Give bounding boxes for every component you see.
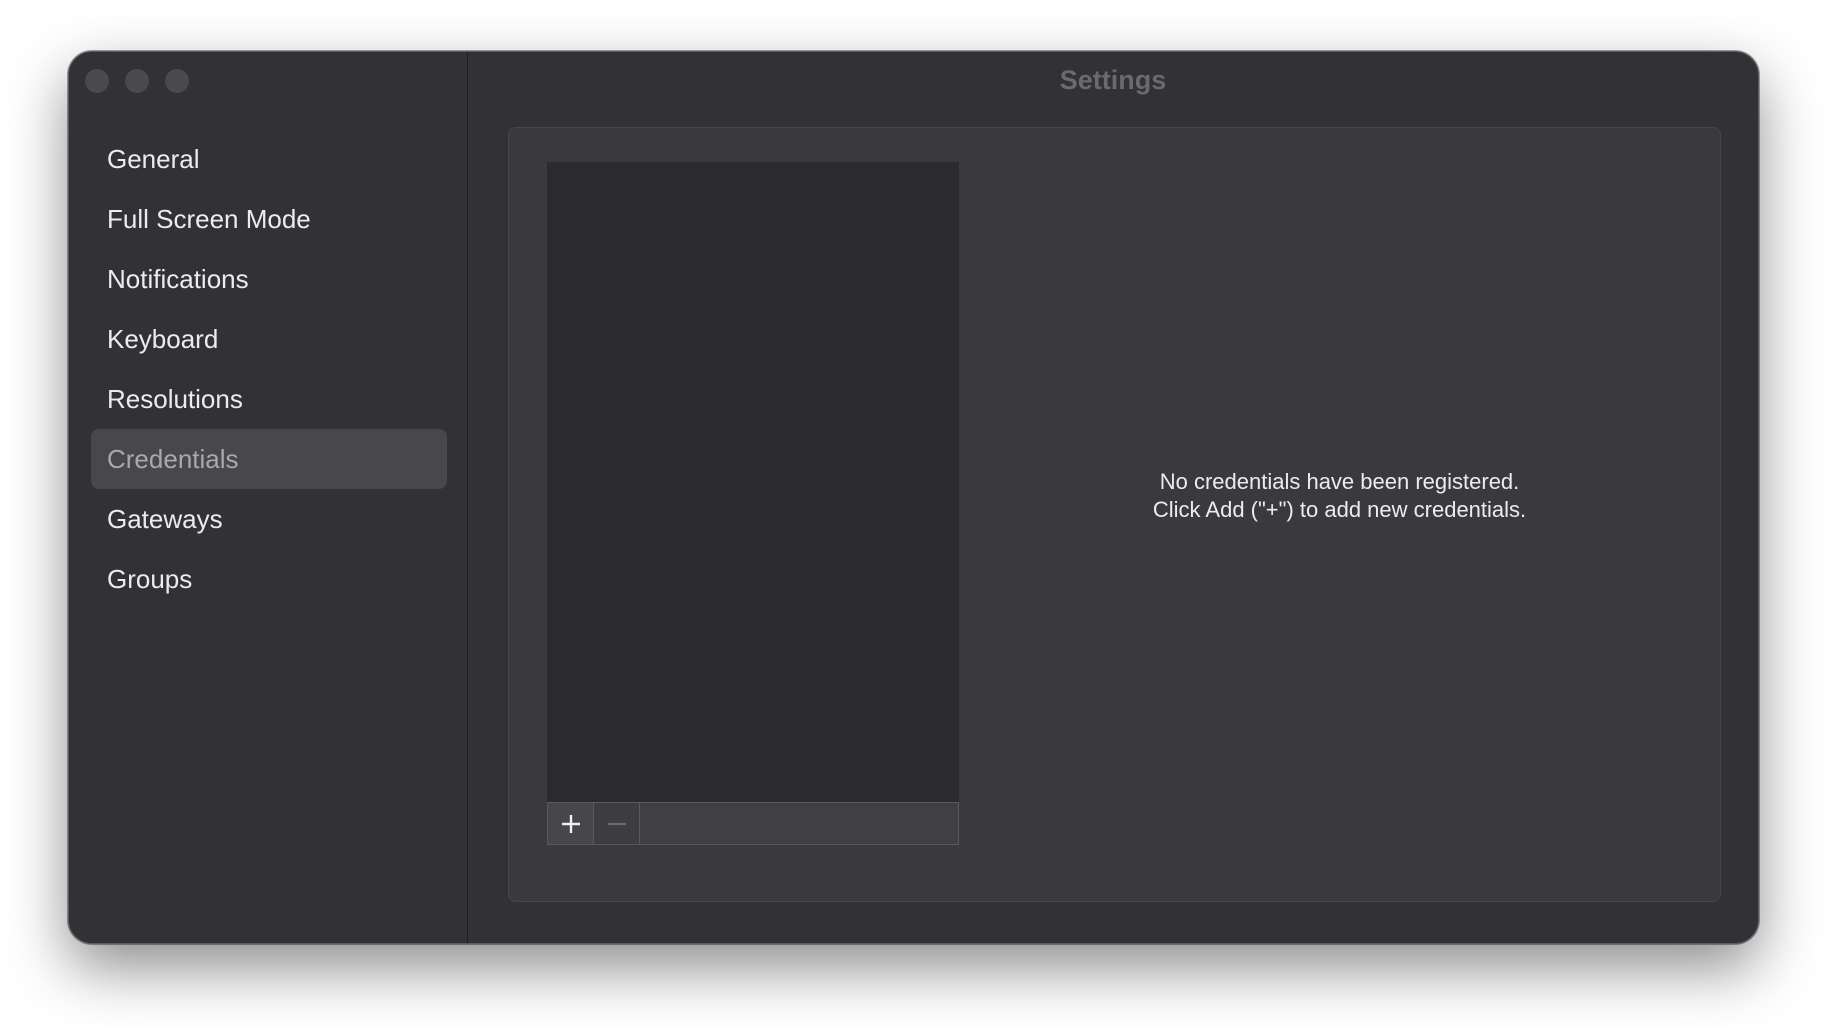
empty-state-line-1: No credentials have been registered. [1159, 469, 1520, 494]
credentials-panel: No credentials have been registered. Cli… [508, 127, 1721, 902]
zoom-window-button[interactable] [165, 69, 189, 93]
empty-state-line-2: Click Add ("+") to add new credentials. [1152, 497, 1527, 522]
minimize-window-button[interactable] [125, 69, 149, 93]
sidebar: General Full Screen Mode Notifications K… [69, 52, 468, 943]
plus-icon [561, 814, 580, 833]
window-controls [85, 69, 189, 93]
sidebar-item-groups[interactable]: Groups [91, 549, 447, 609]
sidebar-item-gateways[interactable]: Gateways [91, 489, 447, 549]
sidebar-item-general[interactable]: General [91, 129, 447, 189]
minus-icon [607, 822, 626, 825]
window-title: Settings [1059, 65, 1167, 95]
sidebar-item-resolutions[interactable]: Resolutions [91, 369, 447, 429]
list-toolbar-spacer [640, 803, 958, 844]
sidebar-item-keyboard[interactable]: Keyboard [91, 309, 447, 369]
sidebar-item-credentials[interactable]: Credentials [91, 429, 447, 489]
credentials-list[interactable] [547, 162, 959, 802]
remove-credential-button[interactable] [594, 803, 640, 844]
credentials-list-toolbar [547, 802, 959, 845]
sidebar-item-full-screen-mode[interactable]: Full Screen Mode [91, 189, 447, 249]
sidebar-item-notifications[interactable]: Notifications [91, 249, 447, 309]
empty-state-message: No credentials have been registered. Cli… [959, 468, 1720, 524]
add-credential-button[interactable] [548, 803, 594, 844]
close-window-button[interactable] [85, 69, 109, 93]
settings-window: General Full Screen Mode Notifications K… [68, 51, 1759, 944]
sidebar-nav: General Full Screen Mode Notifications K… [91, 129, 447, 609]
